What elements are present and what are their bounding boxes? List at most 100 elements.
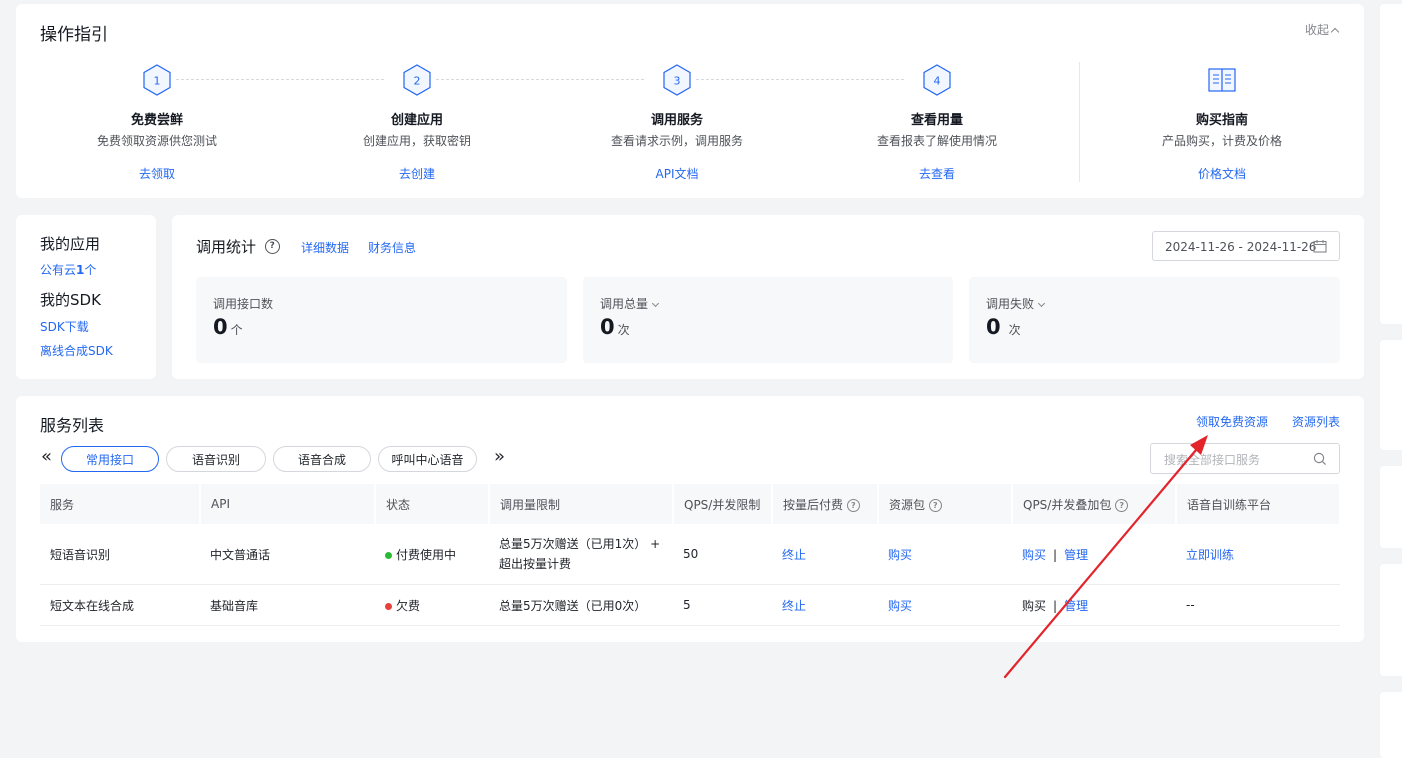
stat-label[interactable]: 调用总量 — [600, 295, 660, 312]
qps-limit: 5 — [673, 584, 772, 626]
stat-total-calls: 调用总量 0次 — [583, 277, 953, 363]
tab-speech-recognition[interactable]: 语音识别 — [166, 446, 266, 472]
guide-step-4: 4 查看用量 查看报表了解使用情况 去查看 — [827, 64, 1047, 182]
buy-package-link[interactable]: 购买 — [888, 548, 912, 562]
tab-call-center[interactable]: 呼叫中心语音 — [378, 446, 477, 472]
side-panel — [1380, 4, 1402, 324]
stats-card: 调用统计 ? 详细数据 财务信息 2024-11-26 - 2024-11-26… — [172, 215, 1364, 379]
qps-limit: 50 — [673, 524, 772, 585]
stat-failed-calls: 调用失败 0次 — [969, 277, 1340, 363]
buy-qps-disabled: 购买 — [1022, 598, 1047, 613]
step-title: 免费尝鲜 — [130, 113, 183, 128]
step-desc: 查看报表了解使用情况 — [876, 134, 997, 148]
public-cloud-link[interactable]: 公有云1个 — [40, 261, 96, 278]
price-doc-link[interactable]: 价格文档 — [1112, 165, 1332, 182]
date-range-picker[interactable]: 2024-11-26 - 2024-11-26 — [1152, 231, 1340, 261]
api-name: 中文普通话 — [200, 524, 375, 585]
buy-package-link[interactable]: 购买 — [888, 599, 912, 613]
help-icon[interactable]: ? — [1115, 498, 1129, 512]
free-resource-link[interactable]: 领取免费资源 — [1196, 413, 1268, 430]
tabs-next-icon[interactable]: » — [494, 447, 505, 467]
help-icon[interactable]: ? — [264, 239, 280, 254]
help-icon[interactable]: ? — [846, 498, 860, 512]
column-header: 资源包 ? — [878, 484, 1013, 524]
column-header: QPS/并发限制 — [673, 484, 773, 524]
search-input[interactable] — [1162, 452, 1316, 468]
side-panel — [1380, 564, 1402, 676]
step-title: 创建应用 — [390, 113, 443, 128]
service-list-title: 服务列表 — [40, 416, 105, 435]
detail-data-link[interactable]: 详细数据 — [301, 239, 349, 256]
manage-qps-link[interactable]: 管理 — [1064, 548, 1088, 562]
help-icon[interactable]: ? — [928, 498, 942, 512]
public-cloud-suffix: 个 — [84, 263, 97, 277]
service-list-card: 服务列表 领取免费资源 资源列表 « 常用接口 语音识别 语音合成 呼叫中心语音… — [16, 396, 1364, 642]
tab-common-interfaces[interactable]: 常用接口 — [61, 446, 159, 472]
step-desc: 免费领取资源供您测试 — [96, 134, 217, 148]
stat-label[interactable]: 调用失败 — [986, 295, 1046, 312]
quota-limit: 总量5万次赠送（已用1次） + 超出按量计费 — [489, 524, 673, 585]
divider — [1079, 62, 1080, 182]
sdk-download-link[interactable]: SDK下载 — [40, 318, 89, 335]
resource-list-link[interactable]: 资源列表 — [1292, 413, 1340, 430]
step-desc: 创建应用，获取密钥 — [362, 134, 471, 148]
step-desc: 查看请求示例，调用服务 — [610, 134, 743, 148]
terminate-link[interactable]: 终止 — [782, 548, 806, 562]
stat-value: 0次 — [986, 315, 1021, 339]
stats-header: 调用统计 ? — [196, 236, 280, 257]
chevron-up-icon — [1330, 27, 1340, 37]
purchase-desc: 产品购买，计费及价格 — [1161, 134, 1282, 148]
terminate-link[interactable]: 终止 — [782, 599, 806, 613]
column-header: 服务 — [40, 484, 201, 524]
book-icon — [1208, 68, 1236, 92]
status-badge: 付费使用中 — [375, 524, 489, 585]
date-range-value: 2024-11-26 - 2024-11-26 — [1165, 240, 1317, 254]
view-usage-link[interactable]: 去查看 — [827, 165, 1047, 182]
stat-label: 调用接口数 — [213, 297, 274, 311]
column-header: API — [200, 484, 376, 524]
offline-sdk-link[interactable]: 离线合成SDK — [40, 342, 113, 359]
separator: | — [1053, 547, 1058, 562]
tab-speech-synthesis[interactable]: 语音合成 — [273, 446, 371, 472]
search-icon[interactable] — [1313, 452, 1327, 466]
side-panel — [1380, 466, 1402, 548]
finance-info-link[interactable]: 财务信息 — [368, 239, 416, 256]
column-header: QPS/并发叠加包 ? — [1012, 484, 1177, 524]
stat-interface-count: 调用接口数 0个 — [196, 277, 567, 363]
step-title: 查看用量 — [910, 113, 963, 128]
svg-text:3: 3 — [674, 75, 681, 88]
claim-link[interactable]: 去领取 — [47, 165, 267, 182]
hexagon-number-icon: 2 — [403, 64, 431, 96]
service-table: 服务 API 状态 调用量限制 QPS/并发限制 按量后付费 ? 资源包 ? Q… — [40, 484, 1341, 626]
svg-text:2: 2 — [414, 75, 421, 88]
quota-limit: 总量5万次赠送（已用0次） — [489, 584, 673, 626]
separator: | — [1053, 598, 1058, 613]
purchase-guide: 购买指南 产品购买，计费及价格 价格文档 — [1112, 64, 1332, 182]
purchase-title: 购买指南 — [1195, 113, 1248, 128]
guide-step-2: 2 创建应用 创建应用，获取密钥 去创建 — [307, 64, 527, 182]
tabs-prev-icon[interactable]: « — [41, 447, 52, 467]
manage-qps-link[interactable]: 管理 — [1064, 599, 1088, 613]
status-dot-icon — [385, 551, 392, 559]
buy-qps-link[interactable]: 购买 — [1022, 548, 1046, 562]
service-name: 短语音识别 — [40, 524, 200, 585]
table-header: 服务 API 状态 调用量限制 QPS/并发限制 按量后付费 ? 资源包 ? Q… — [40, 484, 1341, 524]
start-training-link[interactable]: 立即训练 — [1186, 548, 1234, 562]
service-name: 短文本在线合成 — [40, 584, 200, 626]
chevron-down-icon — [1037, 299, 1046, 308]
collapse-button[interactable]: 收起 — [1305, 21, 1340, 38]
svg-text:1: 1 — [154, 75, 161, 88]
hexagon-number-icon: 1 — [143, 64, 171, 96]
status-dot-icon — [385, 602, 392, 610]
side-panel — [1380, 340, 1402, 450]
guide-title: 操作指引 — [40, 25, 108, 45]
public-cloud-prefix: 公有云 — [40, 263, 77, 277]
create-link[interactable]: 去创建 — [307, 165, 527, 182]
training-empty: -- — [1176, 584, 1340, 626]
search-box — [1150, 443, 1340, 474]
api-doc-link[interactable]: API文档 — [567, 165, 787, 182]
chevron-down-icon — [651, 299, 660, 308]
guide-card: 操作指引 收起 1 免费尝鲜 免费领取资源供您测试 去领取 2 创建应用 创建应… — [16, 4, 1364, 198]
svg-text:4: 4 — [934, 75, 941, 88]
my-sdk-title: 我的SDK — [40, 291, 101, 309]
